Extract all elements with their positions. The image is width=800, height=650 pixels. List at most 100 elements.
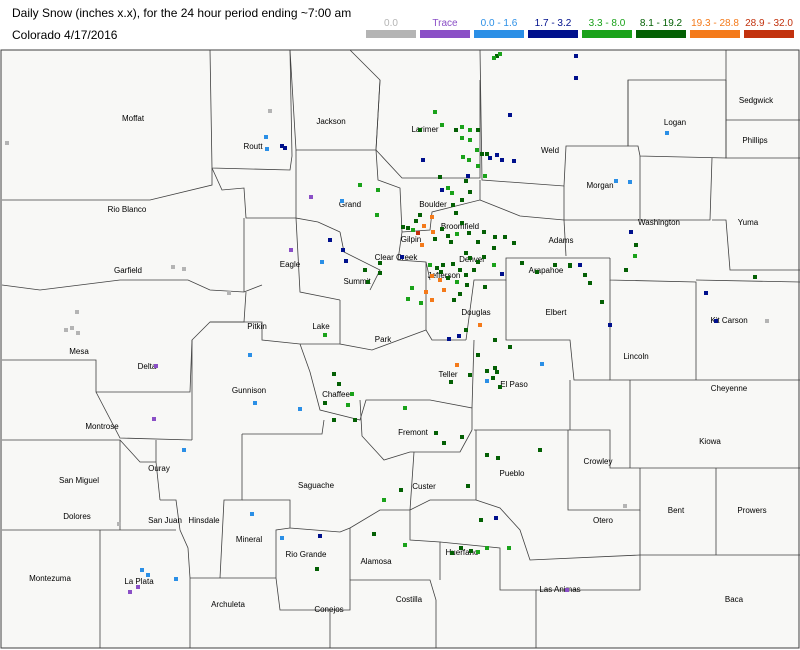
station-marker[interactable] xyxy=(492,246,496,250)
station-marker[interactable] xyxy=(440,123,444,127)
station-marker[interactable] xyxy=(492,263,496,267)
station-marker[interactable] xyxy=(366,280,370,284)
station-marker[interactable] xyxy=(421,158,425,162)
station-marker[interactable] xyxy=(309,195,313,199)
station-marker[interactable] xyxy=(378,271,382,275)
station-marker[interactable] xyxy=(464,179,468,183)
station-marker[interactable] xyxy=(323,333,327,337)
station-marker[interactable] xyxy=(467,158,471,162)
station-marker[interactable] xyxy=(704,291,708,295)
station-marker[interactable] xyxy=(464,328,468,332)
station-marker[interactable] xyxy=(482,230,486,234)
station-marker[interactable] xyxy=(430,215,434,219)
station-marker[interactable] xyxy=(476,550,480,554)
station-marker[interactable] xyxy=(479,518,483,522)
station-marker[interactable] xyxy=(565,588,569,592)
station-marker[interactable] xyxy=(363,268,367,272)
station-marker[interactable] xyxy=(574,76,578,80)
station-marker[interactable] xyxy=(468,138,472,142)
station-marker[interactable] xyxy=(452,298,456,302)
station-marker[interactable] xyxy=(485,379,489,383)
station-marker[interactable] xyxy=(328,238,332,242)
station-marker[interactable] xyxy=(416,231,420,235)
station-marker[interactable] xyxy=(182,267,186,271)
station-marker[interactable] xyxy=(455,280,459,284)
station-marker[interactable] xyxy=(332,372,336,376)
station-marker[interactable] xyxy=(765,319,769,323)
station-marker[interactable] xyxy=(154,364,158,368)
station-marker[interactable] xyxy=(449,240,453,244)
station-marker[interactable] xyxy=(433,110,437,114)
station-marker[interactable] xyxy=(614,179,618,183)
station-marker[interactable] xyxy=(372,532,376,536)
station-marker[interactable] xyxy=(434,431,438,435)
station-marker[interactable] xyxy=(117,522,121,526)
station-marker[interactable] xyxy=(633,254,637,258)
station-marker[interactable] xyxy=(476,353,480,357)
station-marker[interactable] xyxy=(332,418,336,422)
station-marker[interactable] xyxy=(337,382,341,386)
station-marker[interactable] xyxy=(460,435,464,439)
station-marker[interactable] xyxy=(446,186,450,190)
station-marker[interactable] xyxy=(482,255,486,259)
station-marker[interactable] xyxy=(460,125,464,129)
station-marker[interactable] xyxy=(442,288,446,292)
station-marker[interactable] xyxy=(414,219,418,223)
station-marker[interactable] xyxy=(430,298,434,302)
station-marker[interactable] xyxy=(315,567,319,571)
station-marker[interactable] xyxy=(446,276,450,280)
station-marker[interactable] xyxy=(485,453,489,457)
station-marker[interactable] xyxy=(451,262,455,266)
station-marker[interactable] xyxy=(459,546,463,550)
station-marker[interactable] xyxy=(608,323,612,327)
station-marker[interactable] xyxy=(491,376,495,380)
station-marker[interactable] xyxy=(535,270,539,274)
station-marker[interactable] xyxy=(480,152,484,156)
station-marker[interactable] xyxy=(406,297,410,301)
station-marker[interactable] xyxy=(460,136,464,140)
station-marker[interactable] xyxy=(665,131,669,135)
station-marker[interactable] xyxy=(464,251,468,255)
station-marker[interactable] xyxy=(629,230,633,234)
station-marker[interactable] xyxy=(472,268,476,272)
station-marker[interactable] xyxy=(378,261,382,265)
station-marker[interactable] xyxy=(253,401,257,405)
colorado-county-map[interactable]: Moffat Jackson Larimer Logan Sedgwick Phillip… xyxy=(0,45,800,650)
station-marker[interactable] xyxy=(350,392,354,396)
station-marker[interactable] xyxy=(588,281,592,285)
station-marker[interactable] xyxy=(503,235,507,239)
station-marker[interactable] xyxy=(318,534,322,538)
station-marker[interactable] xyxy=(458,268,462,272)
station-marker[interactable] xyxy=(488,156,492,160)
station-marker[interactable] xyxy=(498,52,502,56)
station-marker[interactable] xyxy=(500,272,504,276)
station-marker[interactable] xyxy=(466,484,470,488)
station-marker[interactable] xyxy=(455,363,459,367)
station-marker[interactable] xyxy=(264,135,268,139)
station-marker[interactable] xyxy=(323,401,327,405)
station-marker[interactable] xyxy=(128,590,132,594)
station-marker[interactable] xyxy=(476,164,480,168)
station-marker[interactable] xyxy=(403,406,407,410)
station-marker[interactable] xyxy=(476,128,480,132)
station-marker[interactable] xyxy=(450,191,454,195)
station-marker[interactable] xyxy=(512,159,516,163)
station-marker[interactable] xyxy=(227,291,231,295)
station-marker[interactable] xyxy=(450,551,454,555)
station-marker[interactable] xyxy=(714,319,718,323)
station-marker[interactable] xyxy=(461,155,465,159)
station-marker[interactable] xyxy=(340,199,344,203)
station-marker[interactable] xyxy=(435,266,439,270)
station-marker[interactable] xyxy=(457,334,461,338)
station-marker[interactable] xyxy=(146,573,150,577)
station-marker[interactable] xyxy=(451,203,455,207)
station-marker[interactable] xyxy=(64,328,68,332)
station-marker[interactable] xyxy=(624,268,628,272)
station-marker[interactable] xyxy=(469,549,473,553)
station-marker[interactable] xyxy=(467,231,471,235)
station-marker[interactable] xyxy=(5,141,9,145)
station-marker[interactable] xyxy=(70,326,74,330)
station-marker[interactable] xyxy=(478,323,482,327)
station-marker[interactable] xyxy=(466,174,470,178)
station-marker[interactable] xyxy=(403,543,407,547)
